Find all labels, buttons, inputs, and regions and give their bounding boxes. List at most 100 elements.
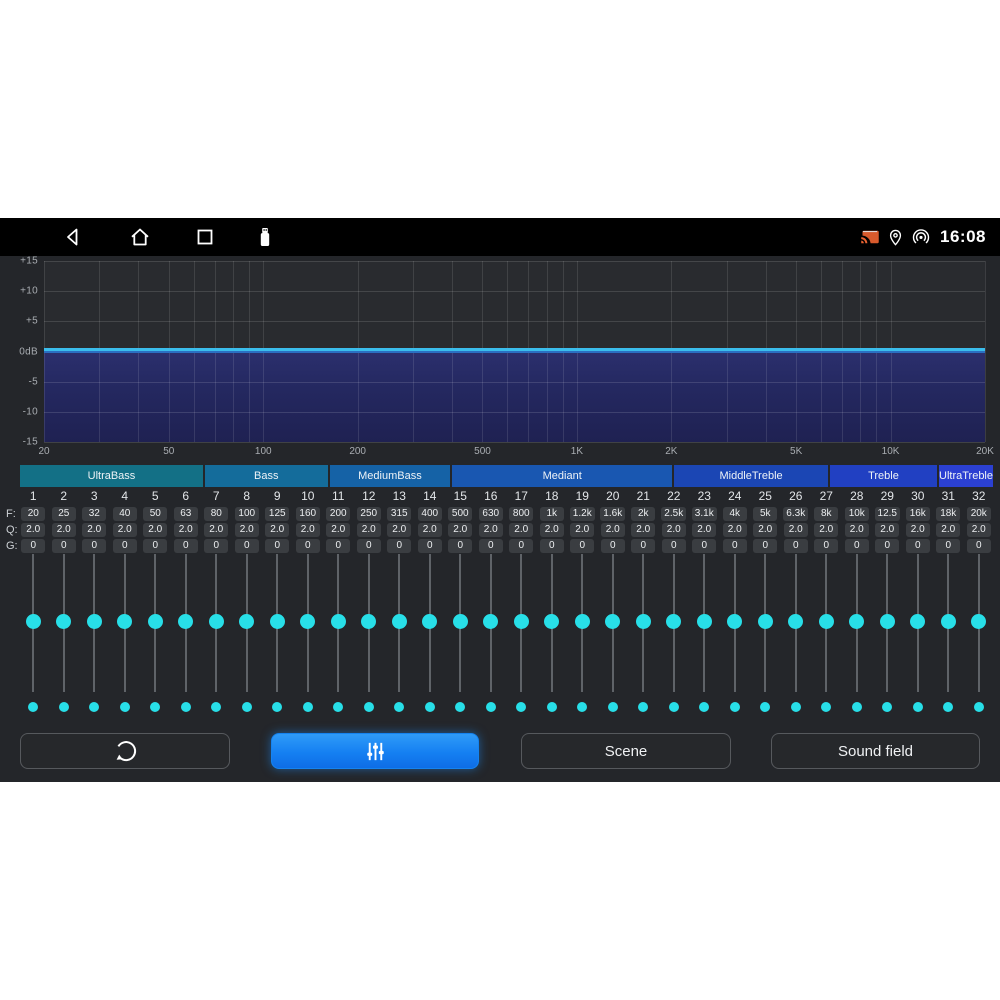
slider-knob[interactable] [87, 614, 102, 629]
band-slider-19 [567, 554, 598, 692]
slider-knob[interactable] [178, 614, 193, 629]
slider-knob[interactable] [636, 614, 651, 629]
gain-chip: 0 [631, 539, 655, 553]
q-chip: 2.0 [967, 523, 991, 537]
freq-chip-cell: 1.2k [567, 507, 598, 521]
slider-knob[interactable] [605, 614, 620, 629]
slider-knob[interactable] [819, 614, 834, 629]
band-slider-13 [384, 554, 415, 692]
clock: 16:08 [940, 227, 986, 247]
slider-dot [730, 702, 740, 712]
q-chip: 2.0 [174, 523, 198, 537]
slider-knob[interactable] [849, 614, 864, 629]
gain-chip: 0 [387, 539, 411, 553]
q-chip: 2.0 [448, 523, 472, 537]
gain-chip: 0 [662, 539, 686, 553]
cast-icon [860, 227, 880, 247]
q-chip: 2.0 [296, 523, 320, 537]
slider-knob[interactable] [941, 614, 956, 629]
recents-icon[interactable] [193, 225, 217, 249]
channel-number: 20 [598, 489, 629, 503]
gain-chip-cell: 0 [171, 539, 202, 553]
freq-chip: 25 [52, 507, 76, 521]
slider-knob[interactable] [483, 614, 498, 629]
q-chip-cell: 2.0 [720, 523, 751, 537]
channel-number: 8 [232, 489, 263, 503]
q-chip-cell: 2.0 [598, 523, 629, 537]
slider-knob[interactable] [239, 614, 254, 629]
slider-dot [974, 702, 984, 712]
home-icon[interactable] [128, 225, 152, 249]
q-chip-cell: 2.0 [476, 523, 507, 537]
freq-chip: 100 [235, 507, 259, 521]
slider-knob[interactable] [26, 614, 41, 629]
slider-knob[interactable] [575, 614, 590, 629]
slider-knob[interactable] [392, 614, 407, 629]
gain-chip: 0 [204, 539, 228, 553]
sound-field-button[interactable]: Sound field [771, 733, 980, 769]
eq-curve-fill [44, 353, 985, 442]
slider-knob[interactable] [697, 614, 712, 629]
slider-knob[interactable] [148, 614, 163, 629]
slider-knob[interactable] [117, 614, 132, 629]
gain-chip-cell: 0 [384, 539, 415, 553]
slider-knob[interactable] [422, 614, 437, 629]
q-chip-cell: 2.0 [964, 523, 995, 537]
q-chip-cell: 2.0 [811, 523, 842, 537]
channel-number-row: 1234567891011121314151617181920212223242… [18, 489, 994, 503]
freq-chip: 1.2k [570, 507, 595, 521]
band-segment-label: Treble [868, 470, 899, 482]
band-slider-25 [750, 554, 781, 692]
gain-chip-cell: 0 [872, 539, 903, 553]
gain-chip-cell: 0 [567, 539, 598, 553]
slider-knob[interactable] [331, 614, 346, 629]
gain-chip-cell: 0 [537, 539, 568, 553]
usb-icon[interactable] [253, 225, 277, 249]
slider-dot [577, 702, 587, 712]
sound-field-button-label: Sound field [838, 743, 913, 760]
slider-knob[interactable] [209, 614, 224, 629]
channel-number: 4 [110, 489, 141, 503]
q-chip: 2.0 [875, 523, 899, 537]
slider-knob[interactable] [971, 614, 986, 629]
freq-chip-cell: 500 [445, 507, 476, 521]
q-chip: 2.0 [82, 523, 106, 537]
freq-tick-label: 200 [349, 446, 366, 457]
slider-knob[interactable] [666, 614, 681, 629]
slider-knob[interactable] [758, 614, 773, 629]
slider-knob[interactable] [300, 614, 315, 629]
q-chip: 2.0 [52, 523, 76, 537]
eq-response-curve-shadow [44, 351, 985, 353]
slider-knob[interactable] [361, 614, 376, 629]
q-chip: 2.0 [753, 523, 777, 537]
freq-chip: 16k [906, 507, 930, 521]
grid-hline [44, 261, 985, 262]
gain-chip-cell: 0 [140, 539, 171, 553]
slider-knob[interactable] [56, 614, 71, 629]
band-slider-26 [781, 554, 812, 692]
reset-button[interactable] [20, 733, 230, 769]
slider-knob[interactable] [453, 614, 468, 629]
slider-knob[interactable] [514, 614, 529, 629]
q-chip: 2.0 [143, 523, 167, 537]
scene-button[interactable]: Scene [521, 733, 731, 769]
slider-dot [211, 702, 221, 712]
slider-knob[interactable] [270, 614, 285, 629]
q-chip-cell: 2.0 [201, 523, 232, 537]
slider-knob[interactable] [788, 614, 803, 629]
slider-dot [669, 702, 679, 712]
slider-knob[interactable] [880, 614, 895, 629]
q-chip: 2.0 [601, 523, 625, 537]
slider-dot [638, 702, 648, 712]
db-axis-labels: +15+10+50dB-5-10-15 [0, 261, 40, 442]
slider-knob[interactable] [910, 614, 925, 629]
gain-chip: 0 [265, 539, 289, 553]
band-slider-31 [933, 554, 964, 692]
gain-chip-cell: 0 [933, 539, 964, 553]
band-segment-bass: Bass [205, 465, 328, 487]
q-chip: 2.0 [418, 523, 442, 537]
back-icon[interactable] [61, 225, 85, 249]
slider-knob[interactable] [544, 614, 559, 629]
slider-knob[interactable] [727, 614, 742, 629]
equalizer-button[interactable] [271, 733, 479, 769]
